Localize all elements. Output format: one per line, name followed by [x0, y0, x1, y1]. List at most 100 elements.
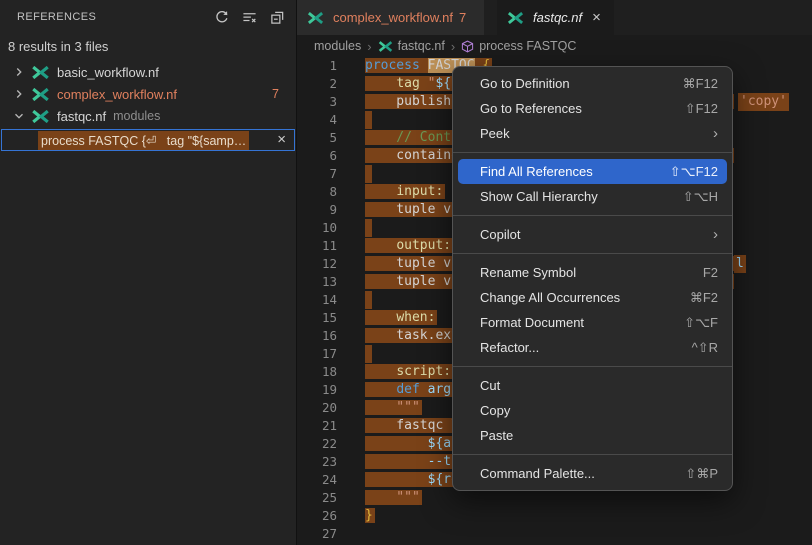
breadcrumb-item-process-fastqc[interactable]: process FASTQC: [461, 39, 576, 53]
tab-label: fastqc.nf: [533, 10, 582, 25]
menu-item-cut[interactable]: Cut: [458, 373, 727, 398]
menu-item-refactor[interactable]: Refactor...^⇧R: [458, 335, 727, 360]
refresh-icon[interactable]: [213, 9, 230, 26]
dismiss-result-icon[interactable]: ×: [277, 130, 286, 150]
line-number: 21: [297, 417, 337, 435]
nextflow-file-icon: [31, 87, 51, 101]
file-row-complex-workflow-nf[interactable]: complex_workflow.nf7: [0, 83, 296, 105]
file-path-description: modules: [113, 109, 160, 123]
file-name: complex_workflow.nf: [57, 87, 177, 102]
breadcrumb-item-fastqc-nf[interactable]: fastqc.nf: [378, 39, 445, 53]
submenu-arrow-icon: ›: [713, 227, 718, 242]
menu-item-copilot[interactable]: Copilot ›: [458, 222, 727, 247]
results-tree: basic_workflow.nf complex_workflow.nf7 f…: [0, 61, 296, 127]
line-number: 13: [297, 273, 337, 291]
line-number: 2: [297, 75, 337, 93]
file-row-fastqc-nf[interactable]: fastqc.nf modules: [0, 105, 296, 127]
breadcrumb: modules› fastqc.nf› process FASTQC: [297, 35, 812, 57]
line-number: 12: [297, 255, 337, 273]
selection-span: }: [365, 508, 375, 523]
menu-item-label: Copy: [480, 403, 510, 418]
panel-title: REFERENCES: [17, 11, 96, 23]
panel-toolbar: [213, 9, 286, 26]
code-line[interactable]: 25 """: [297, 489, 812, 507]
selection-block: [365, 345, 372, 363]
editor-tab-complex-workflow-nf[interactable]: complex_workflow.nf7: [297, 0, 484, 35]
code-line-text: [365, 525, 734, 543]
menu-item-shortcut: ⇧⌥F: [684, 315, 718, 331]
breadcrumb-item-modules[interactable]: modules: [314, 39, 361, 53]
clear-results-icon[interactable]: [241, 9, 258, 26]
result-item-selected[interactable]: process FASTQC {⏎ tag "${samp… ×: [1, 129, 295, 151]
selection-span: fastqc \: [365, 418, 461, 433]
line-number: 5: [297, 129, 337, 147]
code-token: [365, 454, 428, 469]
file-name: basic_workflow.nf: [57, 65, 159, 80]
file-name: fastqc.nf: [57, 109, 106, 124]
selection-span: output:: [365, 238, 453, 253]
submenu-arrow-icon: ›: [713, 126, 718, 141]
menu-item-go-to-definition[interactable]: Go to Definition⌘F12: [458, 71, 727, 96]
menu-separator: [453, 215, 732, 216]
line-number: 7: [297, 165, 337, 183]
chevron-right-icon[interactable]: [11, 86, 27, 102]
menu-item-label: Format Document: [480, 315, 584, 330]
menu-item-label: Copilot: [480, 227, 520, 242]
line-number: 16: [297, 327, 337, 345]
menu-item-label: Change All Occurrences: [480, 290, 620, 305]
menu-item-peek[interactable]: Peek ›: [458, 121, 727, 146]
line-number: 20: [297, 399, 337, 417]
nextflow-file-icon: [31, 109, 51, 123]
line-number: 23: [297, 453, 337, 471]
menu-item-rename-symbol[interactable]: Rename SymbolF2: [458, 260, 727, 285]
chevron-down-icon[interactable]: [11, 108, 27, 124]
menu-item-format-document[interactable]: Format Document ⇧⌥F: [458, 310, 727, 335]
nextflow-file-icon: [307, 11, 327, 25]
menu-item-label: Peek: [480, 126, 510, 141]
line-number: 6: [297, 147, 337, 165]
menu-item-label: Rename Symbol: [480, 265, 576, 280]
code-token: [365, 436, 428, 451]
code-token: """: [365, 490, 420, 505]
editor-tab-fastqc-nf[interactable]: fastqc.nf ×: [497, 0, 614, 35]
code-line[interactable]: 27: [297, 525, 812, 543]
menu-item-paste[interactable]: Paste: [458, 423, 727, 448]
code-line-text: """: [365, 489, 734, 507]
menu-item-shortcut: ⇧⌘P: [685, 466, 718, 482]
code-token: output:: [396, 238, 451, 253]
code-overflow-fragment: 'copy': [738, 93, 789, 111]
code-token: input:: [396, 184, 443, 199]
line-number: 25: [297, 489, 337, 507]
line-number: 17: [297, 345, 337, 363]
line-number: 8: [297, 183, 337, 201]
menu-separator: [453, 152, 732, 153]
selection-block: [365, 291, 372, 309]
menu-item-find-all-references[interactable]: Find All References⇧⌥F12: [458, 159, 727, 184]
results-summary: 8 results in 3 files: [0, 34, 296, 61]
selection-span: script:: [365, 364, 453, 379]
code-token: [365, 310, 396, 325]
chevron-right-icon[interactable]: [11, 64, 27, 80]
context-menu: Go to Definition⌘F12Go to References⇧F12…: [452, 66, 733, 491]
code-token: [365, 364, 396, 379]
line-number: 27: [297, 525, 337, 543]
tab-close-icon[interactable]: ×: [592, 10, 601, 25]
code-token: }: [365, 508, 373, 523]
code-token: script:: [396, 364, 451, 379]
menu-item-command-palette[interactable]: Command Palette...⇧⌘P: [458, 461, 727, 486]
menu-item-copy[interactable]: Copy: [458, 398, 727, 423]
menu-item-go-to-references[interactable]: Go to References⇧F12: [458, 96, 727, 121]
file-row-basic-workflow-nf[interactable]: basic_workflow.nf: [0, 61, 296, 83]
nextflow-file-icon: [378, 41, 393, 52]
menu-item-change-all-occurrences[interactable]: Change All Occurrences⌘F2: [458, 285, 727, 310]
breadcrumb-label: fastqc.nf: [398, 39, 445, 53]
menu-item-show-call-hierarchy[interactable]: Show Call Hierarchy⇧⌥H: [458, 184, 727, 209]
menu-item-shortcut: ⇧F12: [685, 101, 718, 117]
breadcrumb-label: modules: [314, 39, 361, 53]
collapse-all-icon[interactable]: [269, 9, 286, 26]
breadcrumb-label: process FASTQC: [479, 39, 576, 53]
line-number: 10: [297, 219, 337, 237]
menu-item-label: Go to Definition: [480, 76, 570, 91]
menu-separator: [453, 253, 732, 254]
code-line[interactable]: 26}: [297, 507, 812, 525]
